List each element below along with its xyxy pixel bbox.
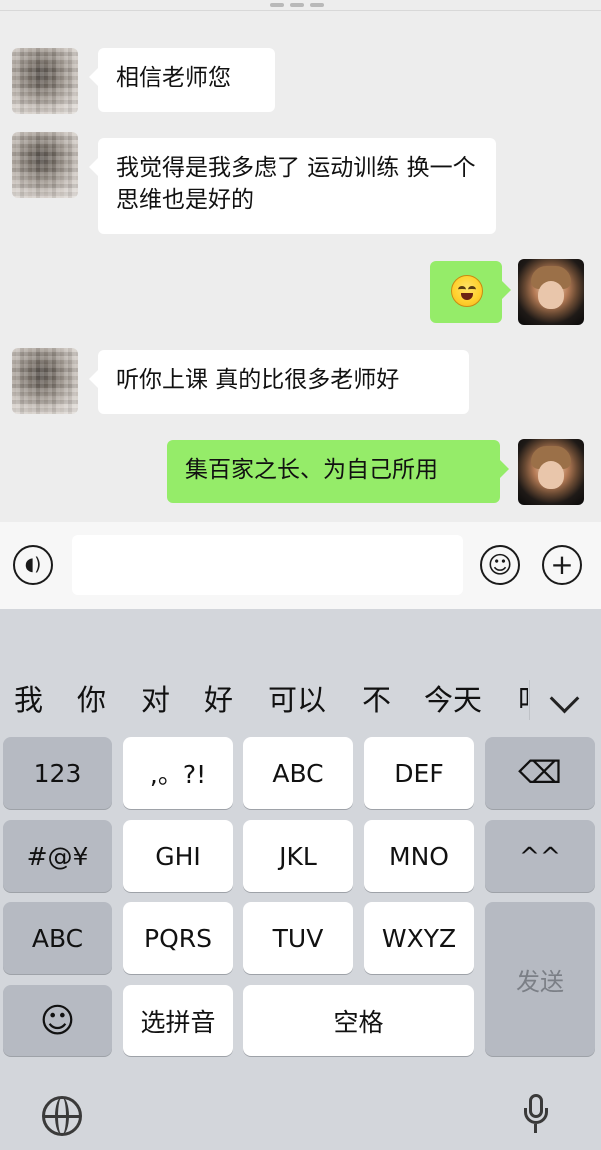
contact-avatar[interactable] xyxy=(12,348,78,414)
candidate-word[interactable]: 我 xyxy=(14,664,43,736)
message-text-2: 我觉得是我多虑了 运动训练 换一个思维也是好的 xyxy=(116,155,476,213)
message-text-4: 集百家之长、为自己所用 xyxy=(185,457,438,483)
key-wxyz[interactable]: WXYZ xyxy=(364,902,474,974)
key-pqrs[interactable]: PQRS xyxy=(123,902,233,974)
my-avatar[interactable] xyxy=(518,439,584,505)
message-bubble-left-3: 听你上课 真的比很多老师好 xyxy=(89,350,469,414)
send-button[interactable]: 发送 xyxy=(485,902,595,1056)
backspace-icon[interactable]: ⌫ xyxy=(485,737,595,809)
message-bubble-right-emoji xyxy=(430,261,511,323)
key-symbols[interactable]: #@¥ xyxy=(3,820,112,892)
message-text-1: 相信老师您 xyxy=(116,65,231,91)
contact-avatar[interactable] xyxy=(12,132,78,198)
candidate-word[interactable]: 不 xyxy=(362,664,391,736)
space-key[interactable]: 空格 xyxy=(243,985,474,1056)
message-text-3: 听你上课 真的比很多老师好 xyxy=(116,367,400,393)
emoji-key-icon[interactable]: ☺ xyxy=(3,985,112,1056)
key-123[interactable]: 123 xyxy=(3,737,112,809)
emoji-icon[interactable]: ☺ xyxy=(480,545,520,585)
key-emoticon[interactable]: ^^ xyxy=(485,820,595,892)
key-tuv[interactable]: TUV xyxy=(243,902,353,974)
timestamp-fragment xyxy=(270,0,330,7)
microphone-icon[interactable] xyxy=(523,1094,549,1136)
voice-icon[interactable]: ◖) xyxy=(13,545,53,585)
key-def[interactable]: DEF xyxy=(364,737,474,809)
candidate-divider xyxy=(529,680,530,720)
laughing-crying-emoji-icon xyxy=(451,275,483,307)
message-bubble-left-1: 相信老师您 xyxy=(89,48,275,112)
contact-avatar[interactable] xyxy=(12,48,78,114)
message-bubble-right-2: 集百家之长、为自己所用 xyxy=(167,440,509,503)
candidate-word[interactable]: 可以 xyxy=(268,664,326,736)
key-select-pinyin[interactable]: 选拼音 xyxy=(123,985,233,1056)
candidate-word[interactable]: 你 xyxy=(77,664,106,736)
key-abc-mode[interactable]: ABC xyxy=(3,902,112,974)
candidate-word-partial[interactable]: 吖 xyxy=(518,664,528,736)
key-jkl[interactable]: JKL xyxy=(243,820,353,892)
key-abc[interactable]: ABC xyxy=(243,737,353,809)
add-icon[interactable]: + xyxy=(542,545,582,585)
globe-icon[interactable] xyxy=(42,1096,82,1136)
candidate-word[interactable]: 对 xyxy=(141,664,170,736)
message-input-bar: ◖) ☺ + xyxy=(0,522,601,609)
message-input[interactable] xyxy=(72,535,463,595)
chat-area: 相信老师您 我觉得是我多虑了 运动训练 换一个思维也是好的 听你上课 真的比很多… xyxy=(0,0,601,522)
candidate-word[interactable]: 好 xyxy=(204,664,233,736)
key-punctuation[interactable]: ,。?! xyxy=(123,737,233,809)
candidate-word[interactable]: 今天 xyxy=(424,664,482,736)
message-bubble-left-2: 我觉得是我多虑了 运动训练 换一个思维也是好的 xyxy=(89,138,496,234)
key-ghi[interactable]: GHI xyxy=(123,820,233,892)
top-divider xyxy=(0,10,601,11)
my-avatar[interactable] xyxy=(518,259,584,325)
key-mno[interactable]: MNO xyxy=(364,820,474,892)
